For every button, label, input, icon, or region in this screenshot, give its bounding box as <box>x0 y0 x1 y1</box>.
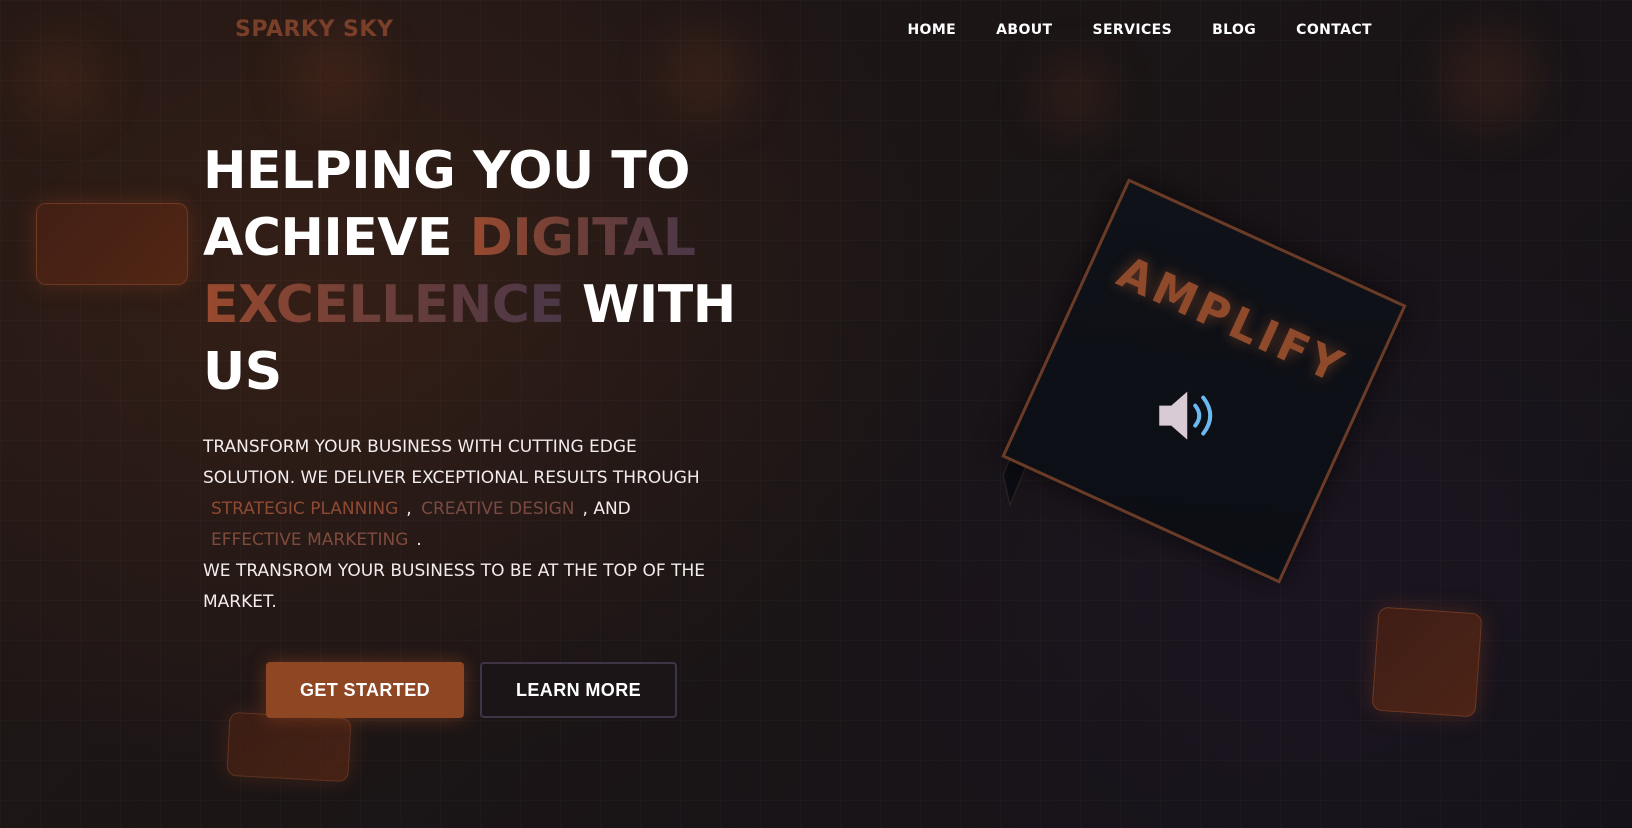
cube-label: AMPLIFY <box>1109 246 1354 395</box>
page: SPARKY SKY HOME ABOUT SERVICES BLOG CONT… <box>0 0 1632 828</box>
cube-side-edge <box>1002 183 1144 508</box>
speaker-volume-icon <box>1159 391 1213 440</box>
